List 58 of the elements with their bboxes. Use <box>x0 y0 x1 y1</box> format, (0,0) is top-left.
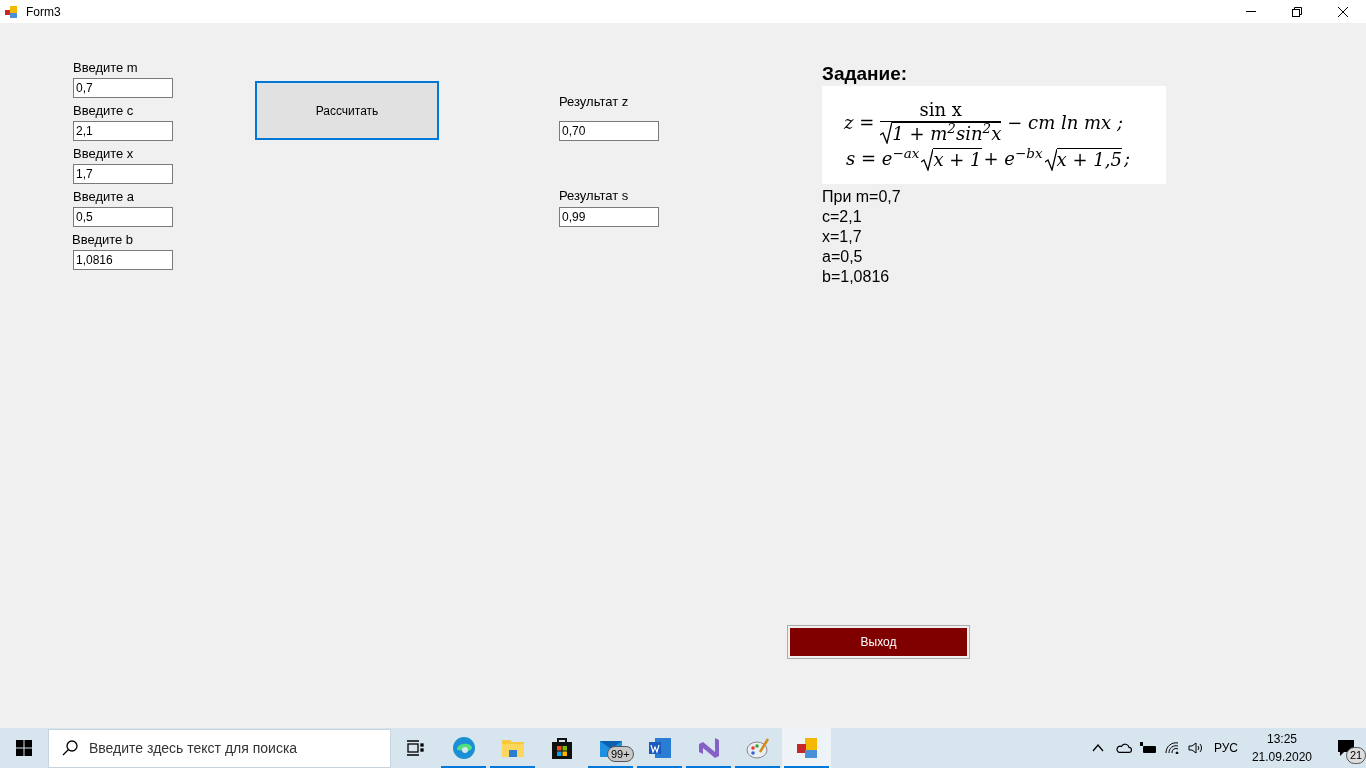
result-label: Результат s <box>559 188 629 204</box>
input-field[interactable]: 2,1 <box>73 121 173 141</box>
result-field[interactable]: 0,70 <box>559 121 659 141</box>
value-line: b=1,0816 <box>822 267 890 287</box>
clock-date: 21.09.2020 <box>1251 749 1312 766</box>
windows-icon <box>16 740 32 756</box>
restore-icon <box>1292 6 1302 17</box>
radical-icon <box>880 122 893 144</box>
clock-time: 13:25 <box>1266 731 1297 748</box>
formula-text: z = <box>844 110 875 135</box>
shopping-bag-icon <box>549 736 574 760</box>
search-placeholder: Введите здесь текст для поиска <box>89 738 298 758</box>
cloud-icon[interactable] <box>1115 743 1132 753</box>
language-indicator[interactable]: РУС <box>1213 739 1238 757</box>
formula-text: x + 1 <box>933 148 982 171</box>
input-field[interactable]: 0,5 <box>73 207 173 227</box>
minimize-icon <box>1246 11 1256 12</box>
value-line: x=1,7 <box>822 227 862 247</box>
field-label: Введите a <box>73 189 135 205</box>
input-field[interactable]: 1,7 <box>73 164 173 184</box>
formula-text: x + 1,5 <box>1056 148 1122 171</box>
value-line: При m=0,7 <box>822 187 901 207</box>
value-line: c=2,1 <box>822 207 862 227</box>
volume-icon[interactable] <box>1187 742 1204 754</box>
result-field[interactable]: 0,99 <box>559 207 659 227</box>
value-line: a=0,5 <box>822 247 863 267</box>
wifi-icon[interactable] <box>1164 742 1179 754</box>
search-field[interactable]: Введите здесь текст для поиска <box>48 728 391 768</box>
formula-text: s = e$^{−ax}$ <box>845 147 921 171</box>
exit-button[interactable]: Выход <box>787 625 970 659</box>
input-field[interactable]: 1,0816 <box>73 250 173 270</box>
radical-icon <box>1044 149 1057 171</box>
chevron-up-icon[interactable] <box>1091 744 1104 752</box>
field-label: Введите c <box>73 103 134 119</box>
app-window-icon <box>794 736 819 760</box>
field-label: Введите x <box>73 146 134 162</box>
taskbar-app-button[interactable]: 99+ <box>586 728 635 768</box>
task-heading: Задание: <box>822 62 908 86</box>
window-title: Form3 <box>26 3 61 21</box>
input-field[interactable]: 0,7 <box>73 78 173 98</box>
radical-icon <box>921 149 934 171</box>
field-label: Введите m <box>73 60 138 76</box>
close-icon <box>1338 6 1348 17</box>
clock[interactable]: 13:25 21.09.2020 <box>1251 730 1312 766</box>
notification-count: 21 <box>1346 747 1366 764</box>
unread-count: 99+ <box>607 746 634 762</box>
edge-icon <box>451 736 476 760</box>
app-icon <box>4 4 18 19</box>
search-icon <box>62 740 78 756</box>
calculate-button[interactable]: Рассчитать <box>255 81 439 140</box>
result-label: Результат z <box>559 94 629 110</box>
palette-icon <box>745 736 770 760</box>
formula-text: ; <box>1122 147 1131 171</box>
document-icon <box>647 736 672 760</box>
formula-text: − cm ln mx ; <box>1007 110 1124 135</box>
formula-text: + e$^{−bx}$ <box>982 147 1044 171</box>
field-label: Введите b <box>72 232 134 248</box>
task-view-icon <box>406 740 424 756</box>
